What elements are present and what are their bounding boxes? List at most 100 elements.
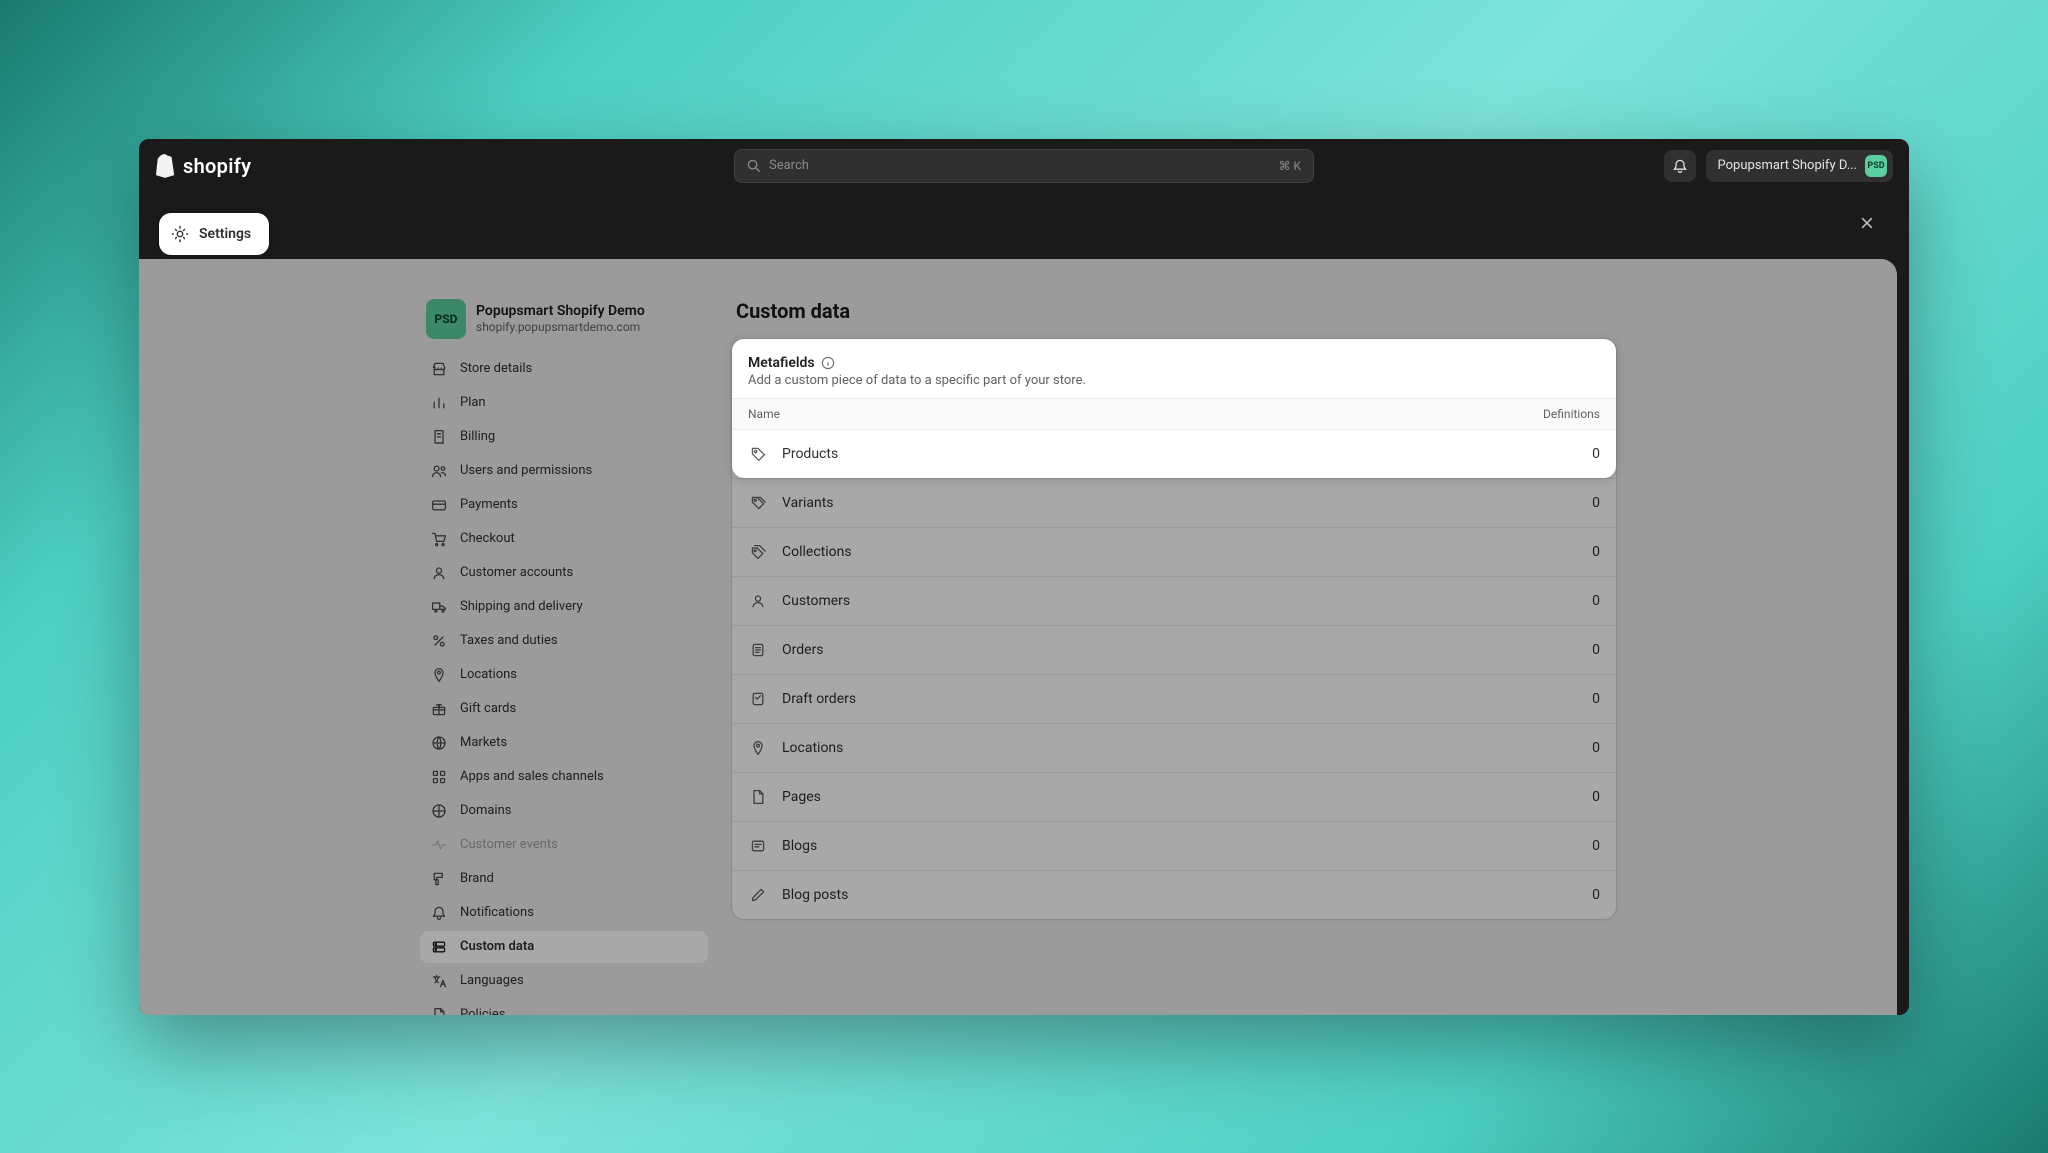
sidebar-item-label: Billing (460, 429, 495, 444)
row-label: Customers (782, 593, 1500, 609)
metafields-row-pages[interactable]: Pages0 (732, 772, 1616, 821)
draft-icon (748, 689, 768, 709)
row-label: Collections (782, 544, 1500, 560)
sidebar-item-users[interactable]: Users and permissions (420, 455, 708, 487)
row-count: 0 (1500, 593, 1600, 609)
pen-icon (748, 885, 768, 905)
sidebar-item-notifications[interactable]: Notifications (420, 897, 708, 929)
close-button[interactable] (1853, 209, 1881, 237)
sidebar-item-shipping[interactable]: Shipping and delivery (420, 591, 708, 623)
sidebar-item-label: Gift cards (460, 701, 516, 716)
pulse-icon (430, 836, 448, 854)
metafields-row-draft-orders[interactable]: Draft orders0 (732, 674, 1616, 723)
settings-sidebar: PSD Popupsmart Shopify Demo shopify.popu… (420, 299, 708, 1015)
truck-icon (430, 598, 448, 616)
gear-icon (171, 225, 189, 243)
domain-icon (430, 802, 448, 820)
sidebar-item-label: Custom data (460, 939, 534, 954)
gift-icon (430, 700, 448, 718)
sidebar-item-store-details[interactable]: Store details (420, 353, 708, 385)
row-count: 0 (1500, 642, 1600, 658)
lang-icon (430, 972, 448, 990)
doc-icon (430, 1006, 448, 1015)
sidebar-item-customer-events: Customer events (420, 829, 708, 861)
sidebar-item-label: Notifications (460, 905, 534, 920)
globe-icon (430, 734, 448, 752)
search-shortcut: ⌘ K (1278, 159, 1301, 173)
settings-breadcrumb[interactable]: Settings (159, 213, 269, 255)
avatar: PSD (426, 299, 466, 339)
tags-icon (748, 542, 768, 562)
sidebar-item-plan[interactable]: Plan (420, 387, 708, 419)
store-header[interactable]: PSD Popupsmart Shopify Demo shopify.popu… (420, 299, 708, 353)
db-icon (430, 938, 448, 956)
sidebar-item-gift-cards[interactable]: Gift cards (420, 693, 708, 725)
sidebar-item-taxes[interactable]: Taxes and duties (420, 625, 708, 657)
sidebar-item-markets[interactable]: Markets (420, 727, 708, 759)
shopify-logo[interactable]: shopify (155, 154, 251, 178)
page-title: Custom data (732, 299, 1616, 323)
grid-icon (430, 768, 448, 786)
sidebar-item-brand[interactable]: Brand (420, 863, 708, 895)
sidebar-item-label: Taxes and duties (460, 633, 558, 648)
sidebar-item-policies[interactable]: Policies (420, 999, 708, 1015)
sidebar-item-apps[interactable]: Apps and sales channels (420, 761, 708, 793)
row-count: 0 (1500, 789, 1600, 805)
close-icon (1859, 215, 1875, 231)
sidebar-item-custom-data[interactable]: Custom data (420, 931, 708, 963)
row-label: Locations (782, 740, 1500, 756)
sidebar-item-label: Shipping and delivery (460, 599, 583, 614)
search-input[interactable]: Search ⌘ K (734, 149, 1314, 183)
sidebar-item-label: Apps and sales channels (460, 769, 604, 784)
metafields-row-collections[interactable]: Collections0 (732, 527, 1616, 576)
users-icon (430, 462, 448, 480)
person-icon (748, 591, 768, 611)
sidebar-item-languages[interactable]: Languages (420, 965, 708, 997)
sidebar-item-label: Store details (460, 361, 532, 376)
metafields-row-customers[interactable]: Customers0 (732, 576, 1616, 625)
metafields-row-products[interactable]: Products 0 (732, 429, 1616, 478)
sidebar-item-label: Customer accounts (460, 565, 573, 580)
sidebar-item-domains[interactable]: Domains (420, 795, 708, 827)
card-icon (430, 496, 448, 514)
sidebar-item-payments[interactable]: Payments (420, 489, 708, 521)
sidebar-item-label: Languages (460, 973, 524, 988)
row-count: 0 (1500, 691, 1600, 707)
store-icon (430, 360, 448, 378)
column-name: Name (748, 407, 1500, 421)
sidebar-item-label: Customer events (460, 837, 558, 852)
info-icon[interactable] (821, 356, 835, 370)
receipt-icon (430, 428, 448, 446)
search-icon (747, 159, 761, 173)
row-count: 0 (1500, 446, 1600, 462)
blog-icon (748, 836, 768, 856)
sidebar-item-label: Users and permissions (460, 463, 592, 478)
metafields-row-blogs[interactable]: Blogs0 (732, 821, 1616, 870)
chart-icon (430, 394, 448, 412)
percent-icon (430, 632, 448, 650)
sidebar-item-checkout[interactable]: Checkout (420, 523, 708, 555)
metafields-row-blog-posts[interactable]: Blog posts0 (732, 870, 1616, 919)
tag-icon (748, 444, 768, 464)
sidebar-item-locations[interactable]: Locations (420, 659, 708, 691)
store-switcher[interactable]: Popupsmart Shopify D... PSD (1706, 150, 1894, 182)
metafields-row-variants[interactable]: Variants0 (732, 478, 1616, 527)
bell-icon (430, 904, 448, 922)
sidebar-item-label: Payments (460, 497, 518, 512)
notifications-button[interactable] (1664, 150, 1696, 182)
settings-label: Settings (199, 226, 251, 242)
row-label: Pages (782, 789, 1500, 805)
metafields-row-locations[interactable]: Locations0 (732, 723, 1616, 772)
row-count: 0 (1500, 544, 1600, 560)
metafields-row-orders[interactable]: Orders0 (732, 625, 1616, 674)
metafields-highlight: Metafields Add a custom piece of data to… (732, 339, 1616, 478)
row-label: Products (782, 446, 1500, 462)
person-icon (430, 564, 448, 582)
search-placeholder: Search (769, 158, 1278, 173)
column-definitions: Definitions (1500, 407, 1600, 421)
sidebar-item-label: Locations (460, 667, 517, 682)
table-header: Name Definitions (732, 398, 1616, 429)
sidebar-item-billing[interactable]: Billing (420, 421, 708, 453)
store-name: Popupsmart Shopify D... (1718, 158, 1858, 173)
sidebar-item-customer-accounts[interactable]: Customer accounts (420, 557, 708, 589)
